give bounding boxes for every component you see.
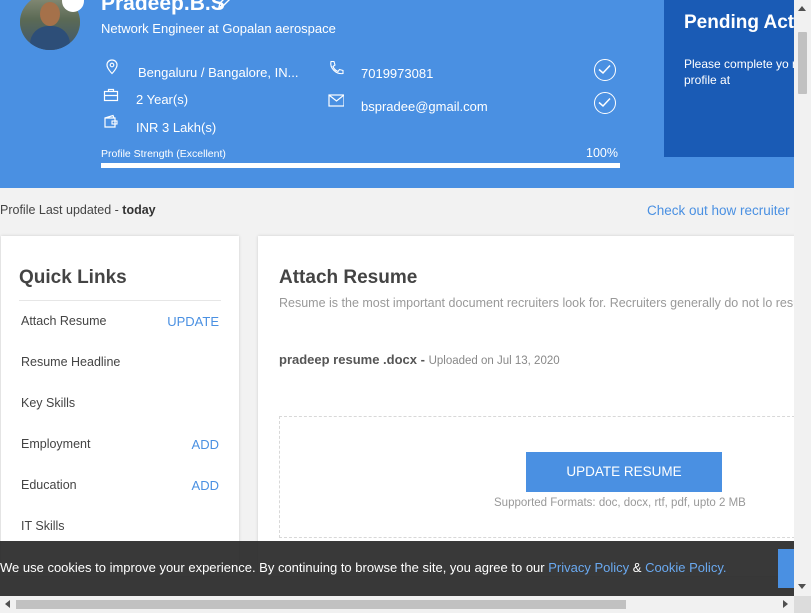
attach-resume-title: Attach Resume: [279, 267, 418, 288]
quick-link-it-skills[interactable]: IT Skills: [21, 519, 65, 533]
salary-text: INR 3 Lakh(s): [136, 120, 217, 135]
horizontal-scrollbar[interactable]: [0, 596, 794, 613]
quick-link-resume-headline[interactable]: Resume Headline: [21, 355, 120, 369]
attach-resume-description: Resume is the most important document re…: [279, 296, 794, 310]
page-viewport: Pradeep.B.S Network Engineer at Gopalan …: [0, 0, 794, 596]
location-text: Bengaluru / Bangalore, IN...: [138, 65, 299, 80]
attach-resume-update-link[interactable]: UPDATE: [167, 314, 219, 329]
pending-actions-panel: Pending Act Please complete yo make your…: [664, 0, 794, 157]
vertical-scroll-thumb[interactable]: [798, 32, 807, 94]
wallet-icon: [104, 114, 118, 128]
phone-icon: [330, 60, 344, 75]
quick-links-panel: Quick Links Attach Resume UPDATE Resume …: [1, 236, 239, 576]
cookie-banner: We use cookies to improve your experienc…: [0, 541, 794, 596]
phone-verified-icon: [594, 59, 616, 81]
profile-strength-bar: [101, 163, 620, 168]
resume-file-info: pradeep resume .docx - Uploaded on Jul 1…: [279, 352, 560, 367]
last-updated-label: Profile Last updated -: [0, 203, 123, 217]
pending-actions-title: Pending Act: [684, 12, 794, 33]
scroll-up-arrow-icon[interactable]: [798, 6, 806, 11]
quick-link-key-skills[interactable]: Key Skills: [21, 396, 75, 410]
cookie-text: We use cookies to improve your experienc…: [0, 560, 549, 575]
employment-add-link[interactable]: ADD: [192, 437, 219, 452]
quick-links-title: Quick Links: [19, 267, 127, 288]
resume-upload-date: Uploaded on Jul 13, 2020: [428, 355, 560, 367]
resume-file-name[interactable]: pradeep resume .docx -: [279, 352, 429, 367]
quick-link-education[interactable]: Education: [21, 478, 77, 492]
pending-actions-text: Please complete yo make your profile at: [684, 57, 794, 87]
last-updated-value: today: [122, 203, 156, 217]
location-pin-icon: [106, 59, 118, 75]
email-text: bspradee@gmail.com: [361, 99, 488, 114]
supported-formats-text: Supported Formats: doc, docx, rtf, pdf, …: [494, 497, 746, 509]
phone-text: 7019973081: [361, 66, 434, 81]
profile-name: Pradeep.B.S: [101, 0, 225, 15]
cookie-accept-button[interactable]: [778, 549, 794, 588]
profile-role: Network Engineer at Gopalan aerospace: [101, 21, 336, 36]
recruiter-view-link[interactable]: Check out how recruiter: [647, 203, 790, 218]
cookie-policy-link[interactable]: Cookie Policy.: [645, 560, 726, 575]
email-verified-icon: [594, 92, 616, 114]
mail-icon: [328, 94, 344, 107]
attach-resume-panel: Attach Resume Resume is the most importa…: [258, 236, 794, 576]
divider: [19, 300, 221, 301]
scroll-right-arrow-icon[interactable]: [783, 600, 788, 608]
profile-strength-label: Profile Strength (Excellent): [101, 148, 226, 160]
privacy-policy-link[interactable]: Privacy Policy: [548, 560, 629, 575]
profile-header: Pradeep.B.S Network Engineer at Gopalan …: [0, 0, 794, 188]
quick-link-attach-resume[interactable]: Attach Resume: [21, 314, 106, 328]
scrollbar-corner: [794, 596, 811, 613]
update-resume-button[interactable]: UPDATE RESUME: [526, 452, 722, 492]
scroll-down-arrow-icon[interactable]: [798, 584, 806, 589]
horizontal-scroll-thumb[interactable]: [16, 600, 626, 609]
experience-text: 2 Year(s): [136, 92, 189, 107]
profile-last-updated: Profile Last updated - today: [0, 203, 156, 217]
cookie-message: We use cookies to improve your experienc…: [0, 560, 726, 575]
cookie-amp: &: [629, 560, 646, 575]
profile-strength-percent: 100%: [586, 146, 618, 160]
scroll-left-arrow-icon[interactable]: [5, 600, 10, 608]
vertical-scrollbar[interactable]: [794, 0, 811, 596]
pencil-edit-icon[interactable]: [216, 0, 234, 10]
briefcase-icon: [103, 88, 119, 102]
quick-link-employment[interactable]: Employment: [21, 437, 90, 451]
education-add-link[interactable]: ADD: [192, 478, 219, 493]
profile-strength-fill: [101, 163, 620, 168]
